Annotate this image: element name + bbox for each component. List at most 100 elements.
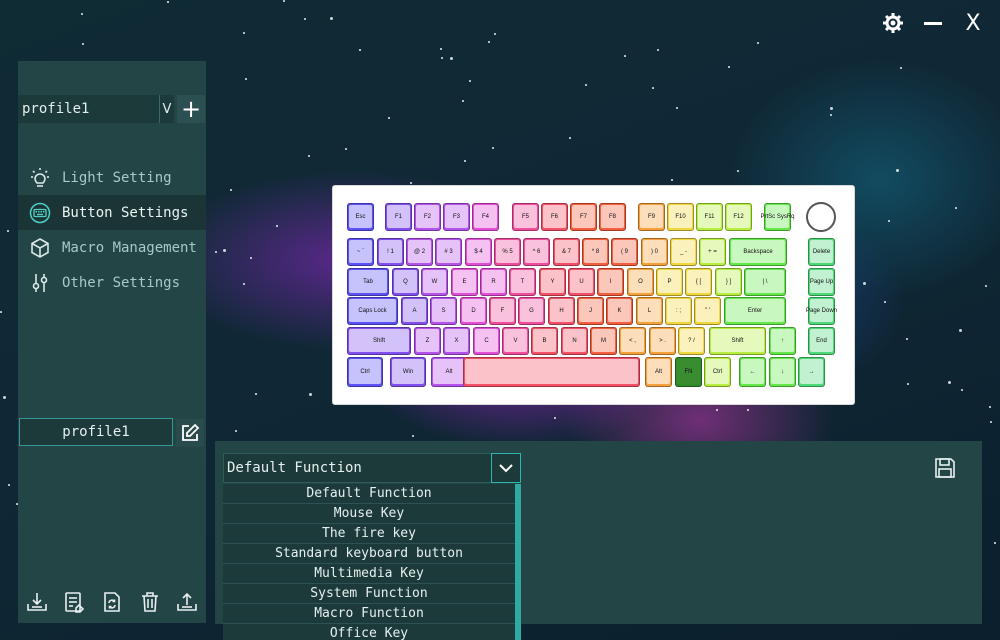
keyboard-key[interactable]: ( 9 <box>611 238 638 266</box>
keyboard-key[interactable]: O <box>627 268 654 296</box>
keyboard-key[interactable]: F11 <box>696 203 723 231</box>
keyboard-key[interactable]: P <box>656 268 683 296</box>
keyboard-key[interactable]: " ' <box>694 297 721 325</box>
keyboard-key[interactable]: E <box>451 268 478 296</box>
keyboard-key[interactable]: T <box>509 268 536 296</box>
keyboard-key[interactable]: V <box>502 327 529 355</box>
keyboard-key[interactable]: M <box>590 327 617 355</box>
dropdown-option[interactable]: Multimedia Key <box>223 564 515 584</box>
keyboard-key[interactable]: S <box>430 297 457 325</box>
dropdown-option[interactable]: The fire key <box>223 524 515 544</box>
keyboard-key[interactable]: End <box>808 327 835 355</box>
keyboard-key[interactable]: : ; <box>665 297 692 325</box>
keyboard-key[interactable]: ↓ <box>769 357 796 387</box>
keyboard-key[interactable]: ~ ` <box>347 238 374 266</box>
refresh-icon[interactable] <box>99 589 125 615</box>
keyboard-key[interactable]: # 3 <box>435 238 462 266</box>
keyboard-key[interactable]: & 7 <box>553 238 580 266</box>
upload-icon[interactable] <box>174 589 200 615</box>
keyboard-key[interactable]: W <box>421 268 448 296</box>
keyboard-key[interactable]: ↑ <box>769 327 796 355</box>
keyboard-key[interactable]: H <box>548 297 575 325</box>
dropdown-option[interactable]: Default Function <box>223 484 515 504</box>
sidebar-item-other-settings[interactable]: Other Settings <box>18 265 206 300</box>
keyboard-key[interactable]: Alt <box>645 357 672 387</box>
keyboard-key[interactable]: Q <box>392 268 419 296</box>
keyboard-key[interactable]: F10 <box>667 203 694 231</box>
keyboard-key[interactable]: D <box>460 297 487 325</box>
keyboard-key[interactable]: Page Up <box>808 268 835 296</box>
keyboard-key[interactable]: X <box>443 327 470 355</box>
keyboard-key[interactable]: F6 <box>541 203 568 231</box>
keyboard-key[interactable]: J <box>577 297 604 325</box>
keyboard-key[interactable]: B <box>531 327 558 355</box>
keyboard-key[interactable]: Ctrl <box>704 357 731 387</box>
keyboard-key[interactable]: F3 <box>443 203 470 231</box>
dropdown-option[interactable]: Office Key <box>223 624 515 640</box>
keyboard-key[interactable]: R <box>480 268 507 296</box>
keyboard-key[interactable]: Delete <box>808 238 835 266</box>
keyboard-key[interactable]: U <box>568 268 595 296</box>
keyboard-key[interactable]: Page Down <box>806 297 837 325</box>
keyboard-key[interactable]: → <box>798 357 825 387</box>
keyboard-key[interactable]: * 8 <box>582 238 609 266</box>
keyboard-key[interactable]: G <box>518 297 545 325</box>
keyboard-key[interactable]: F12 <box>725 203 752 231</box>
keyboard-key[interactable]: Enter <box>724 297 786 325</box>
keyboard-key[interactable]: } ] <box>715 268 742 296</box>
profile-name-field[interactable]: profile1 <box>19 418 173 446</box>
keyboard-key[interactable]: Win <box>390 357 426 387</box>
keyboard-key[interactable]: F4 <box>472 203 499 231</box>
keyboard-key[interactable]: _ - <box>670 238 697 266</box>
profile-dropdown-button[interactable]: V <box>159 95 174 123</box>
keyboard-key[interactable]: Ctrl <box>347 357 383 387</box>
keyboard-key[interactable]: Shift <box>709 327 766 355</box>
sidebar-item-macro-management[interactable]: Macro Management <box>18 230 206 265</box>
sidebar-item-button-settings[interactable]: Button Settings <box>18 195 206 230</box>
keyboard-key[interactable]: F7 <box>570 203 597 231</box>
profile-select[interactable]: profile1 <box>18 95 159 123</box>
dropdown-option[interactable]: Mouse Key <box>223 504 515 524</box>
keyboard-key[interactable]: + = <box>699 238 726 266</box>
dropdown-option[interactable]: Macro Function <box>223 604 515 624</box>
sidebar-item-light-setting[interactable]: Light Setting <box>18 160 206 195</box>
keyboard-key[interactable]: F <box>489 297 516 325</box>
keyboard-key[interactable]: A <box>401 297 428 325</box>
keyboard-key[interactable]: F5 <box>512 203 539 231</box>
keyboard-key[interactable]: L <box>636 297 663 325</box>
keyboard-key[interactable]: ) 0 <box>641 238 668 266</box>
function-select[interactable]: Default Function <box>223 453 521 483</box>
keyboard-key[interactable]: > . <box>649 327 676 355</box>
close-icon[interactable]: X <box>960 10 986 36</box>
keyboard-key[interactable]: ← <box>739 357 766 387</box>
minimize-icon[interactable] <box>920 10 946 36</box>
chevron-down-icon[interactable] <box>491 453 521 483</box>
keyboard-key[interactable]: PrtSc SysRq <box>761 203 795 231</box>
keyboard-key[interactable]: F2 <box>414 203 441 231</box>
keyboard-key[interactable]: N <box>561 327 588 355</box>
keyboard-key[interactable]: { [ <box>685 268 712 296</box>
dropdown-option[interactable]: Standard keyboard button <box>223 544 515 564</box>
keyboard-key[interactable]: < , <box>619 327 646 355</box>
keyboard-key[interactable]: C <box>473 327 500 355</box>
add-profile-button[interactable]: + <box>177 95 205 123</box>
keyboard-key[interactable]: Alt <box>431 357 467 387</box>
export-list-icon[interactable] <box>61 589 87 615</box>
trash-icon[interactable] <box>137 589 163 615</box>
keyboard-key[interactable]: Caps Lock <box>347 297 398 325</box>
keyboard-key[interactable]: F8 <box>599 203 626 231</box>
keyboard-key[interactable]: F1 <box>385 203 412 231</box>
keyboard-key[interactable]: Tab <box>347 268 389 296</box>
keyboard-key[interactable]: K <box>606 297 633 325</box>
keyboard-key[interactable]: Backspace <box>729 238 787 266</box>
keyboard-key[interactable]: @ 2 <box>406 238 433 266</box>
keyboard-key[interactable]: | \ <box>744 268 786 296</box>
keyboard-key[interactable]: FN <box>675 357 702 387</box>
import-icon[interactable] <box>24 589 50 615</box>
keyboard-key[interactable]: ? / <box>678 327 705 355</box>
edit-profile-icon[interactable] <box>176 419 204 447</box>
keyboard-key[interactable]: ^ 6 <box>523 238 550 266</box>
keyboard-key[interactable]: Esc <box>347 203 374 231</box>
keyboard-key[interactable] <box>463 357 640 387</box>
dropdown-option[interactable]: System Function <box>223 584 515 604</box>
